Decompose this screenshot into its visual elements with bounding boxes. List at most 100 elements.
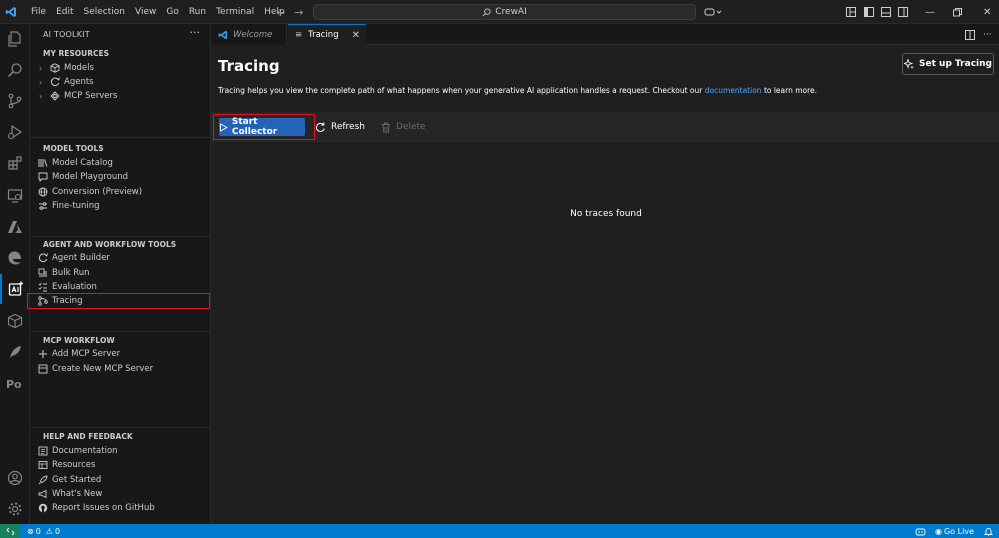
minimize-icon[interactable]: — [925, 0, 935, 24]
sidebar-item-documentation[interactable]: Documentation [30, 444, 211, 458]
remote-indicator-icon[interactable] [0, 524, 20, 538]
copilot-icon[interactable] [704, 0, 722, 24]
section-header-label: MODEL TOOLS [43, 143, 104, 153]
sidebar-item-whats-new[interactable]: What's New [30, 487, 211, 501]
copilot-status-icon[interactable] [915, 527, 926, 536]
more-actions-icon[interactable]: ··· [190, 26, 201, 39]
command-center-search[interactable]: CrewAI [313, 4, 696, 20]
back-arrow-icon[interactable]: ← [276, 6, 285, 19]
refresh-button[interactable]: Refresh [315, 118, 365, 136]
new-file-icon [37, 363, 49, 375]
sidebar-item-get-started[interactable]: Get Started [30, 473, 211, 487]
sidebar-item-resources[interactable]: Resources [30, 458, 211, 472]
section-header-label: MCP WORKFLOW [43, 335, 115, 345]
sidebar-item-fine-tuning[interactable]: Fine-tuning [30, 199, 211, 213]
settings-gear-icon[interactable] [0, 494, 30, 524]
documentation-link[interactable]: documentation [705, 86, 762, 95]
sidebar-item-evaluation[interactable]: Evaluation [30, 280, 211, 294]
sidebar-item-label: Models [64, 63, 94, 73]
more-actions-icon[interactable]: ··· [983, 24, 992, 45]
vscode-logo-icon [0, 0, 22, 24]
menu-run[interactable]: Run [184, 0, 211, 24]
search-icon [482, 7, 491, 16]
warning-count: 0 [54, 526, 61, 536]
error-count: 0 [35, 526, 41, 536]
sidebar-item-bulk-run[interactable]: Bulk Run [30, 266, 211, 280]
sidebar-item-label: Model Playground [52, 172, 129, 182]
tracing-highlight-box [27, 293, 210, 309]
divider [30, 427, 211, 428]
sidebar-item-report-issues[interactable]: Report Issues on GitHub [30, 501, 211, 515]
go-live-button[interactable]: ◉ Go Live [935, 527, 974, 536]
menu-terminal[interactable]: Terminal [211, 0, 259, 24]
maximize-icon[interactable] [953, 0, 962, 24]
sidebar-item-label: Bulk Run [52, 268, 90, 278]
tracing-toolbar: Start Collector Refresh Delete [211, 112, 999, 142]
set-up-tracing-button[interactable]: Set up Tracing [902, 53, 994, 75]
azure-icon[interactable] [0, 212, 30, 242]
poml-icon[interactable]: Po [0, 369, 30, 399]
toggle-sidebar-icon[interactable] [864, 0, 874, 24]
divider [30, 137, 211, 138]
forward-arrow-icon[interactable]: → [294, 6, 303, 19]
explorer-icon[interactable] [0, 24, 30, 54]
menu-selection[interactable]: Selection [79, 0, 130, 24]
sidebar-item-create-mcp-server[interactable]: Create New MCP Server [30, 362, 211, 376]
close-window-icon[interactable]: ✕ [983, 0, 991, 24]
sidebar-item-label: Documentation [52, 446, 118, 456]
delete-button[interactable]: Delete [381, 118, 426, 136]
search-icon[interactable] [0, 55, 30, 85]
remote-explorer-icon[interactable] [0, 181, 30, 211]
trash-icon [382, 122, 390, 132]
sidebar-item-mcp-servers[interactable]: › MCP Servers [30, 89, 211, 103]
section-mcp-workflow[interactable]: MCP WORKFLOW [30, 333, 211, 347]
run-debug-icon[interactable] [0, 117, 30, 147]
close-tab-icon[interactable]: ✕ [352, 30, 360, 41]
edge-icon[interactable] [0, 243, 30, 273]
problems-indicator[interactable]: ⊗ 0 ⚠ 0 [27, 527, 60, 536]
menu-edit[interactable]: Edit [51, 0, 78, 24]
sidebar-item-label: Model Catalog [52, 158, 113, 168]
go-live-label: Go Live [943, 526, 974, 536]
feather-icon[interactable] [0, 337, 30, 367]
play-icon [220, 122, 228, 132]
chevron-right-icon: › [39, 77, 43, 87]
start-collector-button[interactable]: Start Collector [219, 117, 305, 137]
menu-file[interactable]: File [26, 0, 51, 24]
sidebar-item-add-mcp-server[interactable]: Add MCP Server [30, 347, 211, 361]
split-editor-icon[interactable] [965, 24, 975, 45]
section-model-tools[interactable]: MODEL TOOLS [30, 141, 211, 155]
section-agent-workflow-tools[interactable]: AGENT AND WORKFLOW TOOLS [30, 237, 211, 251]
sidebar-item-label: MCP Servers [64, 91, 118, 101]
sidebar-item-agent-builder[interactable]: Agent Builder [30, 251, 211, 265]
sidebar-item-agents[interactable]: › Agents [30, 75, 211, 89]
menu-go[interactable]: Go [161, 0, 183, 24]
extensions-icon[interactable] [0, 148, 30, 178]
source-control-icon[interactable] [0, 86, 30, 116]
sidebar-item-conversion[interactable]: Conversion (Preview) [30, 185, 211, 199]
toggle-panel-icon[interactable] [881, 0, 891, 24]
containers-icon[interactable] [0, 306, 30, 336]
section-help-feedback[interactable]: HELP AND FEEDBACK [30, 429, 211, 443]
sidebar-item-model-playground[interactable]: Model Playground [30, 170, 211, 184]
sidebar-item-models[interactable]: › Models [30, 61, 211, 75]
sliders-icon [37, 200, 49, 212]
refresh-label: Refresh [331, 122, 365, 132]
sidebar-title: AI TOOLKIT [43, 30, 90, 39]
github-icon [37, 502, 49, 514]
preview-lines-icon: ≡ [295, 30, 303, 40]
title-bar: File Edit Selection View Go Run Terminal… [0, 0, 999, 24]
tab-tracing[interactable]: ≡ Tracing ✕ [288, 24, 366, 45]
sidebar-item-label: Get Started [52, 475, 102, 485]
toggle-secondary-sidebar-icon[interactable] [898, 0, 908, 24]
menu-view[interactable]: View [130, 0, 161, 24]
notifications-bell-icon[interactable] [984, 527, 993, 536]
plus-icon [37, 348, 49, 360]
ai-toolkit-icon[interactable] [0, 274, 30, 304]
account-icon[interactable] [0, 463, 30, 493]
sidebar-item-model-catalog[interactable]: Model Catalog [30, 156, 211, 170]
tab-welcome[interactable]: Welcome [211, 24, 287, 45]
sidebar-item-label: Evaluation [52, 282, 97, 292]
section-my-resources[interactable]: MY RESOURCES [30, 46, 211, 60]
customize-layout-icon[interactable] [846, 0, 856, 24]
